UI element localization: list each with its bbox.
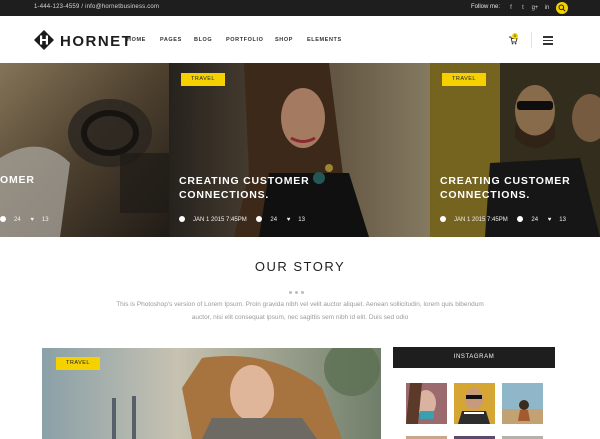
slide-3-likes: 13 [559, 217, 566, 223]
nav-pages[interactable]: PAGES [160, 37, 182, 43]
slide-3-category-tag[interactable]: TRAVEL [442, 73, 486, 86]
instagram-photo [406, 383, 447, 424]
featured-post-category-tag[interactable]: TRAVEL [56, 357, 100, 370]
slide-2-category-tag[interactable]: TRAVEL [181, 73, 225, 86]
instagram-thumb-4[interactable] [406, 431, 447, 439]
slide-2-date: JAN 1 2015 7:45PM [193, 217, 247, 223]
slide-2-title-line1[interactable]: CREATING CUSTOMER [179, 174, 309, 188]
clock-icon [440, 216, 446, 222]
slide-1-likes: 13 [41, 217, 49, 223]
google-plus-icon[interactable]: g+ [530, 3, 540, 13]
heart-icon: ♥ [286, 217, 291, 223]
comment-icon [256, 216, 263, 222]
section-divider-dots [289, 281, 311, 294]
hero-slider: OMER 24 ♥ 13 TRAVEL CREATING CUSTOMER CON… [0, 63, 600, 237]
hornet-logo-icon[interactable] [34, 30, 54, 50]
slide-3-date: JAN 1 2015 7:45PM [454, 217, 508, 223]
contact-info: 1-444-123-4559 / info@hornetbusiness.com [34, 4, 160, 10]
story-text-line-2: auctor, nisi elit consequat ipsum, nec s… [191, 314, 409, 321]
slide-2-comments: 24 [270, 217, 278, 223]
story-text-line-1: This is Photoshop's version of Lorem Ips… [116, 301, 484, 308]
hamburger-menu-icon[interactable] [543, 36, 553, 45]
comment-icon [0, 216, 6, 222]
heart-icon: ♥ [547, 217, 552, 223]
slide-3-image [430, 63, 600, 237]
search-icon [558, 4, 566, 12]
instagram-thumb-1[interactable] [406, 383, 447, 424]
slide-3-meta: JAN 1 2015 7:45PM 24 ♥ 13 [440, 216, 574, 223]
nav-blog[interactable]: BLOG [194, 37, 212, 43]
slide-2-image [169, 63, 430, 237]
instagram-widget-heading: INSTAGRAM [393, 347, 555, 368]
twitter-icon[interactable]: t [518, 3, 528, 13]
slide-2-likes: 13 [298, 217, 305, 223]
slide-2-title-line2[interactable]: CONNECTIONS. [179, 188, 269, 202]
top-bar: 1-444-123-4559 / info@hornetbusiness.com… [0, 0, 600, 16]
slide-3-comments: 24 [531, 217, 539, 223]
clock-icon [179, 216, 185, 222]
facebook-icon[interactable]: f [506, 3, 516, 13]
comment-icon [517, 216, 524, 222]
linkedin-icon[interactable]: in [542, 3, 552, 13]
instagram-photo [502, 383, 543, 424]
featured-post-card[interactable]: TRAVEL [42, 348, 381, 439]
instagram-photo [454, 383, 495, 424]
heart-icon: ♥ [30, 217, 34, 223]
nav-home[interactable]: HOME [127, 37, 146, 43]
instagram-thumb-2[interactable] [454, 383, 495, 424]
slide-1-comments: 24 [14, 217, 21, 223]
follow-label: Follow me: [471, 4, 501, 10]
instagram-thumb-6[interactable] [502, 431, 543, 439]
slide-2-meta: JAN 1 2015 7:45PM 24 ♥ 13 [179, 216, 313, 223]
slide-1-title: OMER [0, 174, 35, 186]
nav-elements[interactable]: ELEMENTS [307, 37, 342, 43]
hero-slide-3[interactable]: TRAVEL CREATING CUSTOMER CONNECTIONS. JA… [430, 63, 600, 237]
our-story-text: This is Photoshop's version of Lorem Ips… [90, 298, 510, 324]
brand-name[interactable]: HORNET [60, 33, 132, 50]
slide-3-title-line2[interactable]: CONNECTIONS. [440, 188, 530, 202]
slide-3-title-line1[interactable]: CREATING CUSTOMER [440, 174, 570, 188]
nav-shop[interactable]: SHOP [275, 37, 293, 43]
slide-1-image [0, 63, 169, 237]
cart-count-badge: 0 [512, 33, 518, 39]
hero-slide-1[interactable]: OMER 24 ♥ 13 [0, 63, 169, 237]
hero-slide-2[interactable]: TRAVEL CREATING CUSTOMER CONNECTIONS. JA… [169, 63, 430, 237]
search-button[interactable] [556, 2, 568, 14]
instagram-thumb-5[interactable] [454, 431, 495, 439]
nav-portfolio[interactable]: PORTFOLIO [226, 37, 263, 43]
slide-1-meta: 24 ♥ 13 [0, 216, 57, 223]
instagram-thumb-3[interactable] [502, 383, 543, 424]
our-story-heading: OUR STORY [254, 259, 346, 274]
